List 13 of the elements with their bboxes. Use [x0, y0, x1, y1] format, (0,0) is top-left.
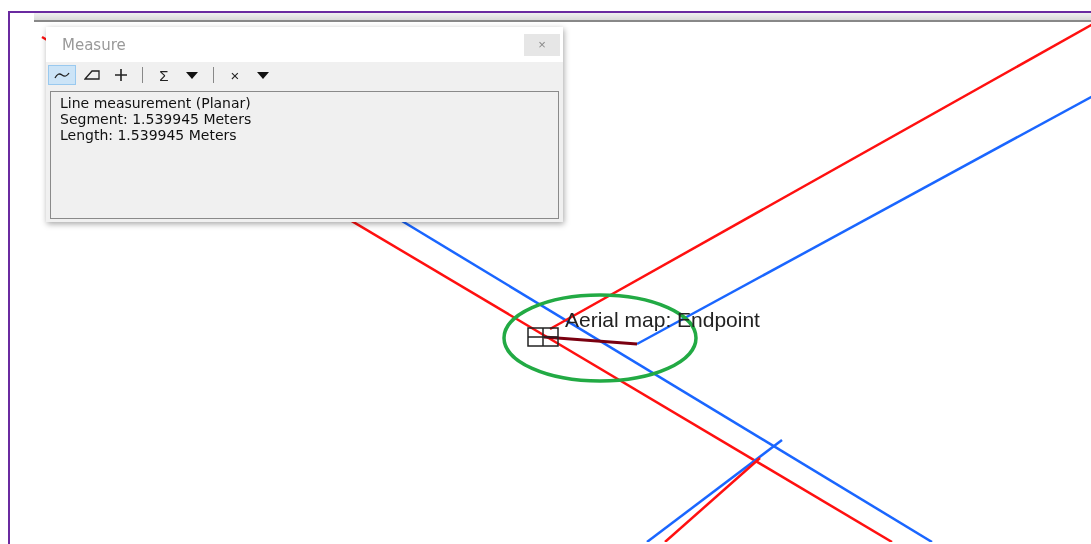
output-line: Length: 1.539945 Meters: [60, 127, 238, 143]
output-line: Line measurement (Planar): [60, 95, 252, 111]
plus-icon: [114, 68, 128, 82]
output-line: Segment: 1.539945 Meters: [60, 111, 253, 127]
clear-button[interactable]: ×: [222, 65, 248, 85]
caret-icon: [257, 71, 269, 79]
wave-line-icon: [54, 71, 70, 79]
crosshair-icon: [527, 327, 559, 347]
area-shape-icon: [84, 70, 100, 80]
sum-button[interactable]: Σ: [151, 65, 177, 85]
caret-icon: [186, 71, 198, 79]
window-title: Measure: [62, 35, 126, 54]
measure-line-button[interactable]: [48, 65, 76, 85]
